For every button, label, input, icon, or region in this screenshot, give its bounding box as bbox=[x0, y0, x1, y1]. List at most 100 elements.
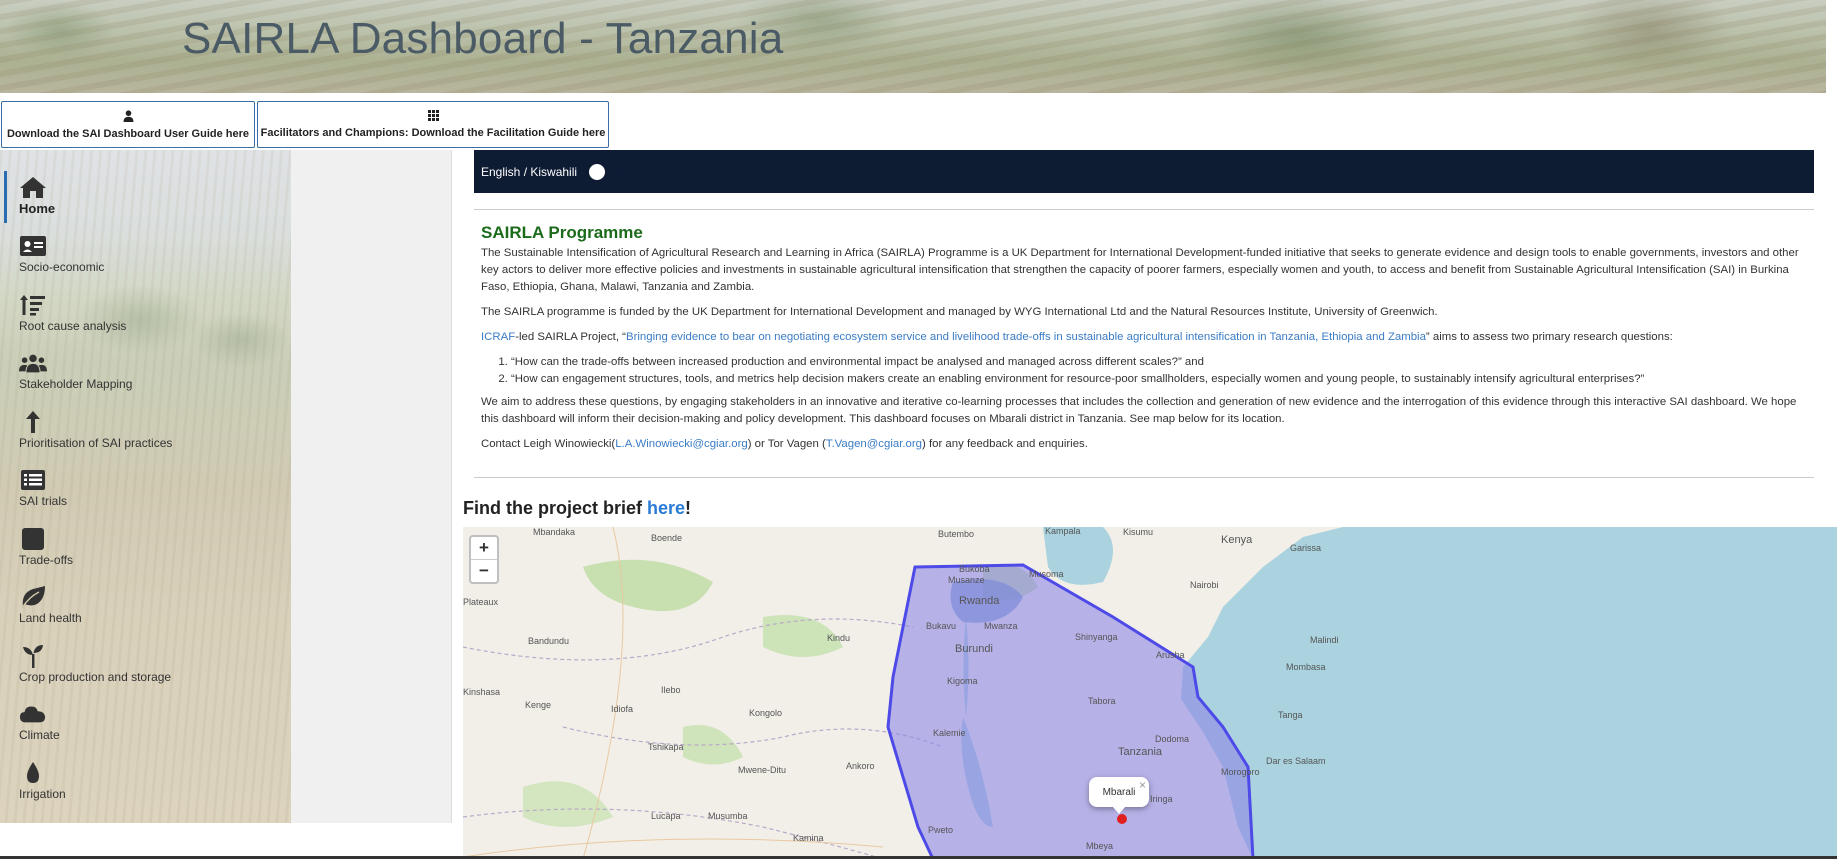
programme-funding: The SAIRLA programme is funded by the UK… bbox=[481, 306, 1438, 318]
svg-text:Kenya: Kenya bbox=[1221, 534, 1253, 546]
sidebar-item-root-cause-analysis[interactable]: Root cause analysis bbox=[0, 289, 291, 341]
svg-text:Garissa: Garissa bbox=[1290, 543, 1321, 553]
svg-text:Kenge: Kenge bbox=[525, 700, 551, 710]
svg-text:Kindu: Kindu bbox=[827, 633, 850, 643]
popup-label: Mbarali bbox=[1102, 786, 1136, 798]
sidebar: Home Socio-economic Root cause analysis … bbox=[0, 150, 291, 823]
list-icon bbox=[19, 468, 47, 492]
svg-text:Shinyanga: Shinyanga bbox=[1075, 632, 1118, 642]
svg-text:Nairobi: Nairobi bbox=[1190, 580, 1219, 590]
project-aims: We aim to address these questions, by en… bbox=[481, 396, 1797, 425]
project-title-link[interactable]: Bringing evidence to bear on negotiating… bbox=[626, 331, 1426, 343]
svg-text:Arusha: Arusha bbox=[1156, 650, 1185, 660]
programme-heading: SAIRLA Programme bbox=[481, 223, 643, 242]
project-text-1: -led SAIRLA Project, “ bbox=[515, 331, 626, 343]
zoom-out-button[interactable]: − bbox=[471, 559, 497, 582]
svg-text:Kigoma: Kigoma bbox=[947, 676, 978, 686]
svg-text:Kongolo: Kongolo bbox=[749, 708, 782, 718]
user-icon bbox=[123, 109, 134, 124]
zoom-control: + − bbox=[469, 535, 499, 584]
facilitation-guide-label: Facilitators and Champions: Download the… bbox=[260, 127, 606, 139]
svg-text:Lucapa: Lucapa bbox=[651, 811, 681, 821]
sidebar-item-land-health[interactable]: Land health bbox=[0, 581, 291, 633]
svg-text:Boende: Boende bbox=[651, 533, 682, 543]
svg-text:Kamina: Kamina bbox=[793, 833, 824, 843]
cloud-icon bbox=[19, 702, 47, 726]
sidebar-item-sai-trials[interactable]: SAI trials bbox=[0, 464, 291, 516]
zoom-in-button[interactable]: + bbox=[471, 537, 497, 559]
sidebar-spacer bbox=[291, 150, 452, 823]
sidebar-item-crop-production[interactable]: Crop production and storage bbox=[0, 640, 291, 692]
map-popup: Mbarali × bbox=[1089, 777, 1149, 814]
programme-section: SAIRLA Programme The Sustainable Intensi… bbox=[481, 224, 1801, 461]
map-tiles: Mbandaka Boende Butembo Kampala Kisumu K… bbox=[463, 527, 1837, 859]
project-brief-heading: Find the project brief here! bbox=[463, 498, 691, 519]
svg-text:Idiofa: Idiofa bbox=[611, 704, 633, 714]
user-guide-button[interactable]: Download the SAI Dashboard User Guide he… bbox=[1, 101, 255, 148]
location-map[interactable]: Mbandaka Boende Butembo Kampala Kisumu K… bbox=[463, 527, 1837, 859]
email-link-winowiecki[interactable]: L.A.Winowiecki@cgiar.org bbox=[615, 438, 747, 450]
contact-text-2: ) or Tor Vagen ( bbox=[747, 438, 826, 450]
sidebar-item-prioritisation[interactable]: Prioritisation of SAI practices bbox=[0, 406, 291, 458]
svg-text:Musumba: Musumba bbox=[708, 811, 748, 821]
arrow-up-icon bbox=[19, 410, 47, 434]
sidebar-item-climate[interactable]: Climate bbox=[0, 698, 291, 750]
language-label: English / Kiswahili bbox=[481, 164, 578, 179]
svg-text:Dar es Salaam: Dar es Salaam bbox=[1266, 756, 1326, 766]
programme-intro: The Sustainable Intensification of Agric… bbox=[481, 247, 1799, 293]
svg-text:Musoma: Musoma bbox=[1029, 569, 1064, 579]
svg-text:Pweto: Pweto bbox=[928, 825, 953, 835]
users-icon bbox=[19, 351, 47, 375]
svg-text:Tabora: Tabora bbox=[1088, 696, 1116, 706]
svg-text:Tanzania: Tanzania bbox=[1118, 746, 1163, 758]
sidebar-item-stakeholder-mapping[interactable]: Stakeholder Mapping bbox=[0, 347, 291, 399]
svg-text:Bukoba: Bukoba bbox=[959, 564, 990, 574]
svg-text:Rwanda: Rwanda bbox=[959, 595, 1000, 607]
icraf-link[interactable]: ICRAF bbox=[481, 331, 515, 343]
sidebar-item-home[interactable]: Home bbox=[0, 171, 291, 223]
svg-text:Malindi: Malindi bbox=[1310, 635, 1339, 645]
svg-text:Dodoma: Dodoma bbox=[1155, 734, 1189, 744]
header-banner: SAIRLA Dashboard - Tanzania bbox=[0, 0, 1826, 93]
svg-text:Mbandaka: Mbandaka bbox=[533, 527, 575, 537]
popup-close-icon[interactable]: × bbox=[1139, 778, 1146, 792]
svg-text:Mbeya: Mbeya bbox=[1086, 841, 1113, 851]
email-link-vagen[interactable]: T.Vagen@cgiar.org bbox=[826, 438, 922, 450]
svg-text:Kalemie: Kalemie bbox=[933, 728, 966, 738]
id-card-icon bbox=[19, 234, 47, 258]
contact-line: Contact Leigh Winowiecki(L.A.Winowiecki@… bbox=[481, 436, 1801, 453]
svg-text:Mwanza: Mwanza bbox=[984, 621, 1018, 631]
svg-text:Kisumu: Kisumu bbox=[1123, 527, 1153, 537]
svg-text:Mwene-Ditu: Mwene-Ditu bbox=[738, 765, 786, 775]
home-icon bbox=[19, 175, 47, 199]
leaf-icon bbox=[19, 585, 47, 609]
brief-link[interactable]: here bbox=[647, 498, 685, 518]
grid-icon bbox=[427, 110, 439, 123]
research-questions: “How can the trade-offs between increase… bbox=[481, 354, 1801, 388]
page-title: SAIRLA Dashboard - Tanzania bbox=[182, 14, 784, 63]
sidebar-item-irrigation[interactable]: Irrigation bbox=[0, 757, 291, 809]
project-description: ICRAF-led SAIRLA Project, “Bringing evid… bbox=[481, 329, 1801, 346]
svg-text:Butembo: Butembo bbox=[938, 529, 974, 539]
svg-text:Tshikapa: Tshikapa bbox=[648, 742, 684, 752]
svg-text:Burundi: Burundi bbox=[955, 643, 993, 655]
sidebar-item-socio-economic[interactable]: Socio-economic bbox=[0, 230, 291, 282]
sort-icon bbox=[19, 293, 47, 317]
svg-text:Kampala: Kampala bbox=[1045, 527, 1081, 536]
brief-suffix: ! bbox=[685, 498, 692, 518]
research-question: “How can engagement structures, tools, a… bbox=[511, 371, 1801, 388]
project-text-2: ” aims to assess two primary research qu… bbox=[1425, 331, 1673, 343]
drop-icon bbox=[19, 761, 47, 785]
contact-text-3: ) for any feedback and enquiries. bbox=[922, 438, 1088, 450]
svg-text:Iringa: Iringa bbox=[1150, 794, 1173, 804]
svg-text:Morogoro: Morogoro bbox=[1221, 767, 1260, 777]
facilitation-guide-button[interactable]: Facilitators and Champions: Download the… bbox=[257, 101, 609, 148]
toggle-knob bbox=[589, 163, 606, 180]
svg-text:Musanze: Musanze bbox=[948, 575, 985, 585]
square-icon bbox=[19, 527, 47, 551]
seedling-icon bbox=[19, 644, 47, 668]
divider-top bbox=[474, 209, 1814, 210]
sidebar-item-trade-offs[interactable]: Trade-offs bbox=[0, 523, 291, 575]
language-toggle[interactable] bbox=[587, 162, 618, 181]
contact-text-1: Contact Leigh Winowiecki( bbox=[481, 438, 616, 450]
